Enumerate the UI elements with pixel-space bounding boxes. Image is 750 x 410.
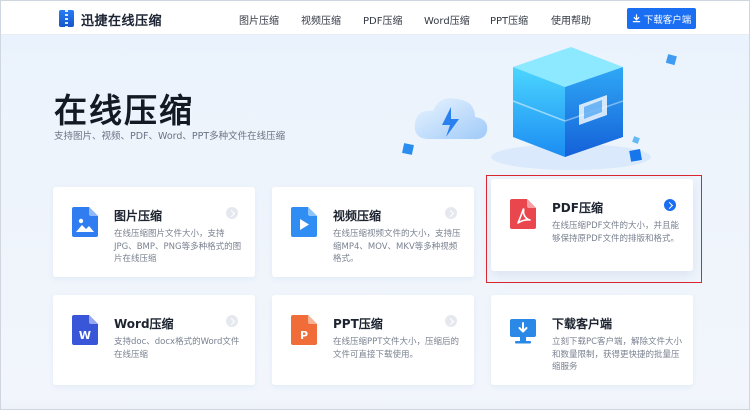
card-description: 在线压缩图片文件大小，支持JPG、BMP、PNG等多种格式的图片在线压缩 bbox=[114, 229, 242, 264]
card-download-client[interactable]: 下载客户端 立刻下载PC客户端，解除文件大小和数量限制，获得更快捷的批量压缩服务 bbox=[491, 295, 693, 385]
site-logo-text[interactable]: 迅捷在线压缩 bbox=[81, 10, 162, 29]
chevron-right-icon[interactable] bbox=[226, 315, 238, 327]
card-title: 下载客户端 bbox=[552, 317, 613, 331]
card-title: 视频压缩 bbox=[333, 209, 382, 223]
video-icon bbox=[291, 207, 317, 237]
svg-text:P: P bbox=[300, 329, 308, 342]
nav-help[interactable]: 使用帮助 bbox=[551, 12, 591, 27]
card-description: 立刻下载PC客户端，解除文件大小和数量限制，获得更快捷的批量压缩服务 bbox=[552, 337, 683, 372]
compression-cube-illustration bbox=[402, 47, 677, 170]
page-frame: 迅捷在线压缩 图片压缩 视频压缩 PDF压缩 Word压缩 PPT压缩 使用帮助… bbox=[0, 0, 750, 410]
card-title: 图片压缩 bbox=[114, 209, 163, 223]
word-icon: W bbox=[72, 315, 98, 345]
card-description: 在线压缩视频文件的大小，支持压缩MP4、MOV、MKV等多种视频格式。 bbox=[333, 229, 461, 264]
selection-highlight-box bbox=[486, 175, 702, 283]
download-client-button[interactable]: 下载客户端 bbox=[627, 8, 696, 29]
ppt-icon: P bbox=[291, 315, 317, 345]
card-ppt-compress[interactable]: P PPT压缩 在线压缩PPT文件大小，压缩后的文件可直接下载使用。 bbox=[272, 295, 474, 385]
chevron-right-icon[interactable] bbox=[445, 207, 457, 219]
hero-title: 在线压缩 bbox=[54, 91, 194, 130]
card-title: PPT压缩 bbox=[333, 317, 383, 331]
image-icon bbox=[72, 207, 98, 237]
nav-pdf-compress[interactable]: PDF压缩 bbox=[363, 12, 402, 27]
nav-word-compress[interactable]: Word压缩 bbox=[424, 12, 470, 27]
card-image-compress[interactable]: 图片压缩 在线压缩图片文件大小，支持JPG、BMP、PNG等多种格式的图片在线压… bbox=[53, 187, 255, 277]
download-client-label: 下载客户端 bbox=[643, 14, 692, 26]
chevron-right-icon[interactable] bbox=[226, 207, 238, 219]
chevron-right-icon[interactable] bbox=[445, 315, 457, 327]
card-title: Word压缩 bbox=[114, 317, 174, 331]
card-description: 在线压缩PPT文件大小，压缩后的文件可直接下载使用。 bbox=[333, 337, 459, 360]
bottom-fade bbox=[1, 397, 749, 409]
nav-video-compress[interactable]: 视频压缩 bbox=[301, 12, 341, 27]
nav-image-compress[interactable]: 图片压缩 bbox=[239, 12, 279, 27]
svg-text:W: W bbox=[79, 329, 91, 342]
top-header: 迅捷在线压缩 图片压缩 视频压缩 PDF压缩 Word压缩 PPT压缩 使用帮助… bbox=[1, 1, 749, 35]
desktop-download-icon bbox=[510, 319, 536, 344]
nav-ppt-compress[interactable]: PPT压缩 bbox=[490, 12, 528, 27]
card-description: 支持doc、docx格式的Word文件在线压缩 bbox=[114, 337, 240, 360]
hero-subtitle: 支持图片、视频、PDF、Word、PPT多种文件在线压缩 bbox=[54, 131, 286, 142]
zipper-logo-icon[interactable] bbox=[59, 10, 74, 27]
card-video-compress[interactable]: 视频压缩 在线压缩视频文件的大小，支持压缩MP4、MOV、MKV等多种视频格式。 bbox=[272, 187, 474, 277]
download-icon bbox=[632, 14, 641, 23]
card-word-compress[interactable]: W Word压缩 支持doc、docx格式的Word文件在线压缩 bbox=[53, 295, 255, 385]
